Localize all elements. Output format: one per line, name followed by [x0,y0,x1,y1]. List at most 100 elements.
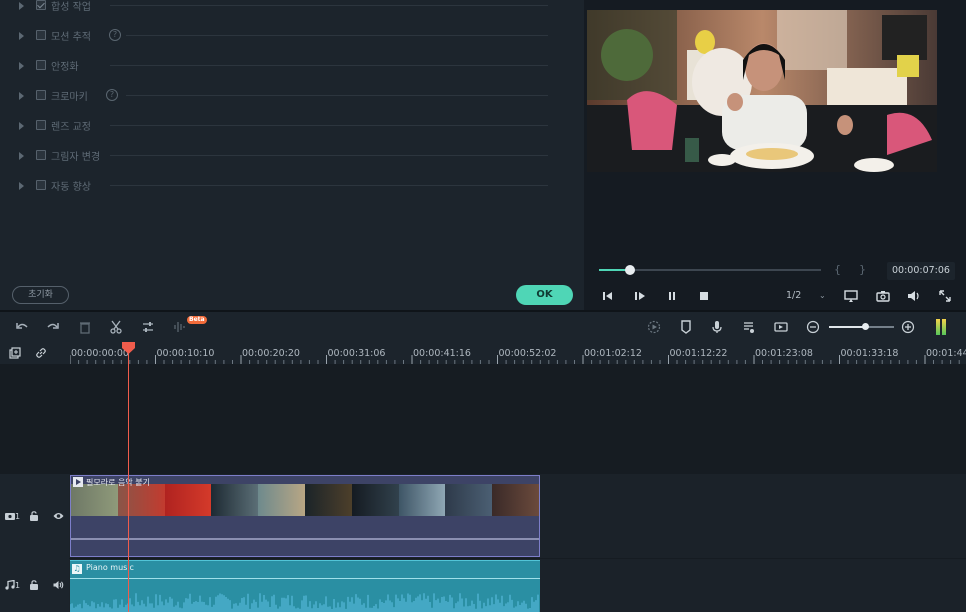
ok-button[interactable]: OK [516,285,573,305]
row-divider [110,65,548,66]
preview-video [587,10,937,172]
property-label: 합성 작업 [51,2,91,13]
zoom-slider-knob[interactable] [861,323,869,330]
property-row[interactable]: 자동 향상 [0,171,560,201]
playhead-handle[interactable] [122,342,135,355]
audio-meter [936,319,948,335]
preview-frame-image [587,10,937,172]
clip-audio-line [71,538,539,540]
help-icon[interactable]: ? [109,29,121,41]
video-clip-title-text: 필모라로 음악 붙기 [86,478,150,487]
fullscreen-icon[interactable] [937,288,953,304]
beta-badge: Beta [187,316,207,324]
adjust-icon[interactable] [140,319,156,335]
play-icon [73,477,83,487]
property-row[interactable]: 그림자 변경 [0,141,560,171]
play-icon[interactable] [632,288,648,304]
timecode-display: 00:00:07:06 [887,262,955,280]
marker-icon[interactable] [678,319,694,335]
zoom-in-icon[interactable] [900,319,916,335]
property-row[interactable]: 모션 추적? [0,21,560,51]
timeline-area[interactable]: 1 1 필모라로 음악 붙기 ♫ Piano music [0,364,966,612]
mark-out-button[interactable]: } [859,263,866,276]
row-divider [126,95,548,96]
prev-frame-icon[interactable] [600,288,616,304]
zoom-out-icon[interactable] [805,319,821,335]
property-row[interactable]: 합성 작업 [0,0,560,21]
render-icon[interactable] [646,319,662,335]
expand-arrow-icon[interactable] [19,182,24,190]
cut-icon[interactable] [108,319,124,335]
undo-icon[interactable] [14,319,30,335]
help-icon[interactable]: ? [106,89,118,101]
progress-knob[interactable] [625,265,636,275]
property-row[interactable]: 안정화 [0,51,560,81]
unlock-icon[interactable] [29,511,39,524]
eye-icon[interactable] [53,511,64,524]
property-label: 안정화 [51,62,79,73]
stop-icon[interactable] [696,288,712,304]
mic-icon[interactable] [709,319,725,335]
volume-icon[interactable] [906,288,922,304]
properties-panel: 합성 작업 모션 추적? 안정화 크로마키? 렌즈 교정 그림자 변경 자동 향상 초기화 … [0,0,584,310]
reset-button[interactable]: 초기화 [12,286,69,304]
expand-arrow-icon[interactable] [19,32,24,40]
row-divider [110,155,548,156]
audio-waveform [70,593,539,612]
camera-icon[interactable] [875,288,891,304]
video-track-icon [5,511,15,524]
clip-thumbnails [71,484,539,516]
music-note-icon: ♫ [72,564,82,574]
add-track-icon[interactable] [9,347,21,359]
audio-clip-title-text: Piano music [86,563,134,572]
property-row[interactable]: 렌즈 교정 [0,111,560,141]
audio-volume-line [70,578,540,579]
property-label: 모션 추적 [51,32,91,43]
video-clip[interactable]: 필모라로 음악 붙기 [70,475,540,557]
playback-progress[interactable] [599,263,821,277]
row-divider [110,185,548,186]
expand-arrow-icon[interactable] [19,122,24,130]
row-divider [126,35,548,36]
delete-icon[interactable] [77,319,93,335]
property-row[interactable]: 크로마키? [0,81,560,111]
preview-panel: { } 00:00:07:06 1/2 ⌄ [586,0,966,310]
snapshot-icon[interactable] [773,319,789,335]
render-quality-select[interactable]: 1/2 ⌄ [786,288,830,304]
expand-arrow-icon[interactable] [19,2,24,10]
voiceover-icon[interactable] [741,319,757,335]
render-quality-value: 1/2 [786,290,802,301]
time-ruler[interactable]: 00:00:00:00 00:00:10:10 00:00:20:20 00:00:3… [0,342,966,364]
row-divider [110,5,548,6]
unlock-icon[interactable] [29,580,39,593]
link-icon[interactable] [35,347,47,359]
mark-in-button[interactable]: { [834,263,841,276]
properties-footer: 초기화 OK [0,280,584,310]
pause-icon[interactable] [664,288,680,304]
audio-stretch-icon[interactable] [172,319,188,335]
redo-icon[interactable] [45,319,61,335]
expand-arrow-icon[interactable] [19,62,24,70]
property-checkbox[interactable] [36,90,46,100]
expand-arrow-icon[interactable] [19,92,24,100]
row-divider [110,125,548,126]
property-checkbox[interactable] [36,0,46,10]
ruler-ticks [70,355,960,364]
video-clip-title: 필모라로 음악 붙기 [73,477,150,488]
property-label: 그림자 변경 [51,152,101,163]
property-checkbox[interactable] [36,30,46,40]
property-checkbox[interactable] [36,150,46,160]
expand-arrow-icon[interactable] [19,152,24,160]
property-checkbox[interactable] [36,120,46,130]
video-track-number: 1 [15,512,21,521]
audio-clip[interactable]: ♫ Piano music [70,560,540,612]
playhead-line[interactable] [128,348,129,612]
display-icon[interactable] [843,288,859,304]
timeline-toolbar: Beta [0,312,966,342]
chevron-down-icon: ⌄ [819,291,826,300]
audio-track-icon [5,579,15,593]
speaker-icon[interactable] [53,580,64,593]
property-checkbox[interactable] [36,60,46,70]
property-checkbox[interactable] [36,180,46,190]
property-label: 크로마키 [51,92,88,103]
